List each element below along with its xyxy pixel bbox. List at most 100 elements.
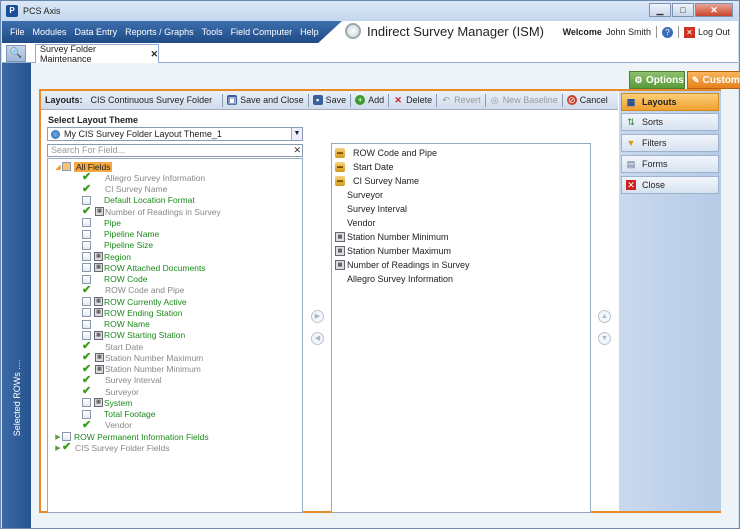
cancel-button[interactable]: ⊘ Cancel — [566, 95, 608, 105]
tree-group[interactable]: ▶ ✔ CIS Survey Folder Fields — [54, 442, 169, 453]
menu-data-entry[interactable]: Data Entry — [75, 27, 118, 37]
tab-survey-folder-maintenance[interactable]: Survey Folder Maintenance ✕ — [35, 44, 159, 64]
tree-item[interactable]: ▦ ROW Attached Documents — [82, 262, 206, 273]
menu-help[interactable]: Help — [300, 27, 319, 37]
selected-field-item[interactable]: ▦ Station Number Maximum — [335, 244, 451, 257]
selected-field-item[interactable]: Allegro Survey Information — [335, 272, 453, 285]
tree-item[interactable]: ▦ System — [82, 397, 132, 408]
add-button[interactable]: + Add — [355, 95, 384, 105]
selected-field-item[interactable]: ▦ Station Number Minimum — [335, 230, 449, 243]
tree-item[interactable]: ✔ ROW Code and Pipe — [82, 284, 184, 296]
tree-item[interactable]: ✔ Survey Interval — [82, 374, 162, 386]
tree-item[interactable]: ▦ Region — [82, 251, 131, 262]
tree-checkbox[interactable] — [82, 195, 91, 205]
clear-icon[interactable]: ✕ — [293, 145, 301, 156]
selected-field-item[interactable]: ▬ ROW Code and Pipe — [335, 146, 437, 159]
expand-arrow-icon[interactable]: ◢ — [54, 163, 62, 171]
menu-reports-graphs[interactable]: Reports / Graphs — [125, 27, 194, 37]
selected-field-item[interactable]: ▬ CI Survey Name — [335, 174, 419, 187]
tree-checkbox[interactable] — [82, 308, 91, 318]
sort-icon: ⇅ — [627, 117, 635, 127]
move-down-button[interactable]: ▼ — [598, 332, 611, 345]
tab-close-icon[interactable]: ✕ — [150, 49, 158, 60]
help-icon[interactable]: ? — [661, 26, 673, 38]
tree-item[interactable]: ✔ Allegro Survey Information — [82, 172, 205, 183]
tree-label: CIS Survey Folder Fields — [75, 442, 170, 453]
tree-checkbox[interactable] — [82, 274, 91, 284]
tree-group[interactable]: ▶ ROW Permanent Information Fields — [54, 431, 208, 442]
selected-field-label: Start Date — [353, 161, 394, 172]
tree-item[interactable]: ✔ Surveyor — [82, 386, 139, 397]
menu-field-computer[interactable]: Field Computer — [231, 27, 293, 37]
move-right-button[interactable]: ▶ — [311, 310, 324, 323]
move-left-button[interactable]: ◀ — [311, 332, 324, 345]
expand-arrow-icon[interactable]: ▶ — [54, 433, 62, 441]
minimize-button[interactable]: ▁ — [649, 3, 671, 17]
nav-filters[interactable]: ▼ Filters — [621, 134, 719, 152]
menu-file[interactable]: File — [10, 27, 25, 37]
delete-button[interactable]: ✕ Delete — [393, 95, 432, 105]
wrench-icon: ✎ — [692, 74, 700, 85]
customize-button[interactable]: ✎ Customize — [687, 71, 740, 89]
move-up-button[interactable]: ▲ — [598, 310, 611, 323]
menu-tools[interactable]: Tools — [202, 27, 223, 37]
tree-item[interactable]: Default Location Format — [82, 195, 195, 206]
selected-field-item[interactable]: ▦ Number of Readings in Survey — [335, 258, 470, 271]
tree-item[interactable]: Total Footage — [82, 409, 156, 420]
tree-item[interactable]: ✔ ▦ Number of Readings in Survey — [82, 206, 221, 217]
tree-checkbox[interactable] — [62, 162, 71, 171]
selected-rows-rail[interactable]: Selected ROWs .... — [2, 63, 31, 528]
tree-item[interactable]: ROW Name — [82, 319, 150, 330]
tree-item[interactable]: Pipeline Size — [82, 240, 153, 251]
layout-theme-select[interactable]: My CIS Survey Folder Layout Theme_1 ▼ — [47, 127, 303, 141]
chevron-down-icon[interactable]: ▼ — [291, 128, 302, 140]
save-and-close-button[interactable]: ▣ Save and Close — [227, 95, 304, 105]
save-button[interactable]: ▪ Save — [312, 95, 346, 105]
tree-checkbox[interactable] — [62, 432, 71, 441]
tree-item[interactable]: ✔ Vendor — [82, 419, 132, 431]
tree-checkbox[interactable] — [82, 409, 91, 419]
tree-checkbox[interactable] — [82, 263, 91, 273]
nav-close[interactable]: ✕ Close — [621, 176, 719, 194]
selected-field-item[interactable]: Vendor — [335, 216, 376, 229]
tree-item[interactable]: ▦ ROW Starting Station — [82, 330, 185, 341]
tree-item[interactable]: ✔ CI Survey Name — [82, 183, 167, 195]
close-window-button[interactable]: ✕ — [695, 3, 733, 17]
tree-item[interactable]: ✔ ▦ Station Number Maximum — [82, 352, 203, 363]
tree-item[interactable]: ROW Code — [82, 274, 147, 285]
calculator-icon: ▦ — [94, 330, 103, 340]
tree-checkbox[interactable] — [82, 252, 91, 261]
field-search-input[interactable]: Search For Field... ✕ — [47, 144, 303, 157]
revert-button[interactable]: ↶ Revert — [441, 95, 480, 105]
tree-checkbox[interactable] — [82, 297, 91, 306]
selected-field-item[interactable]: Surveyor — [335, 188, 383, 201]
logout-link[interactable]: Log Out — [698, 27, 730, 37]
tree-item[interactable]: ▦ ROW Currently Active — [82, 296, 187, 307]
tree-checkbox[interactable] — [82, 398, 91, 408]
tree-label: ROW Code — [104, 274, 148, 284]
selected-field-item[interactable]: Survey Interval — [335, 202, 407, 215]
expand-arrow-icon[interactable]: ▶ — [54, 444, 62, 452]
tree-checkbox[interactable] — [82, 240, 91, 250]
tree-checkbox[interactable] — [82, 229, 91, 239]
nav-layouts[interactable]: ▦ Layouts — [621, 93, 719, 111]
tree-item[interactable]: ✔ ▦ Station Number Minimum — [82, 363, 201, 375]
new-baseline-button[interactable]: ◎ New Baseline — [490, 95, 558, 105]
menu-modules[interactable]: Modules — [33, 27, 67, 37]
global-search-icon[interactable]: 🔍 — [6, 45, 26, 62]
tree-item[interactable]: Pipe — [82, 217, 121, 228]
nav-sorts[interactable]: ⇅ Sorts — [621, 113, 719, 131]
tree-checkbox[interactable] — [82, 330, 91, 340]
tree-item[interactable]: Pipeline Name — [82, 229, 159, 240]
logout-icon[interactable]: ✕ — [683, 26, 695, 38]
maximize-button[interactable]: □ — [672, 3, 694, 17]
tree-item[interactable]: ✔ Start Date — [82, 341, 143, 352]
tree-checkbox[interactable] — [82, 218, 91, 228]
selected-field-label: ROW Code and Pipe — [353, 147, 438, 158]
layouts-label: Layouts: — [45, 95, 83, 105]
nav-forms[interactable]: ▤ Forms — [621, 155, 719, 173]
tree-checkbox[interactable] — [82, 319, 91, 329]
selected-field-item[interactable]: ▬ Start Date — [335, 160, 394, 173]
options-button[interactable]: ⚙ Options — [629, 71, 685, 89]
tree-item[interactable]: ▦ ROW Ending Station — [82, 307, 182, 318]
